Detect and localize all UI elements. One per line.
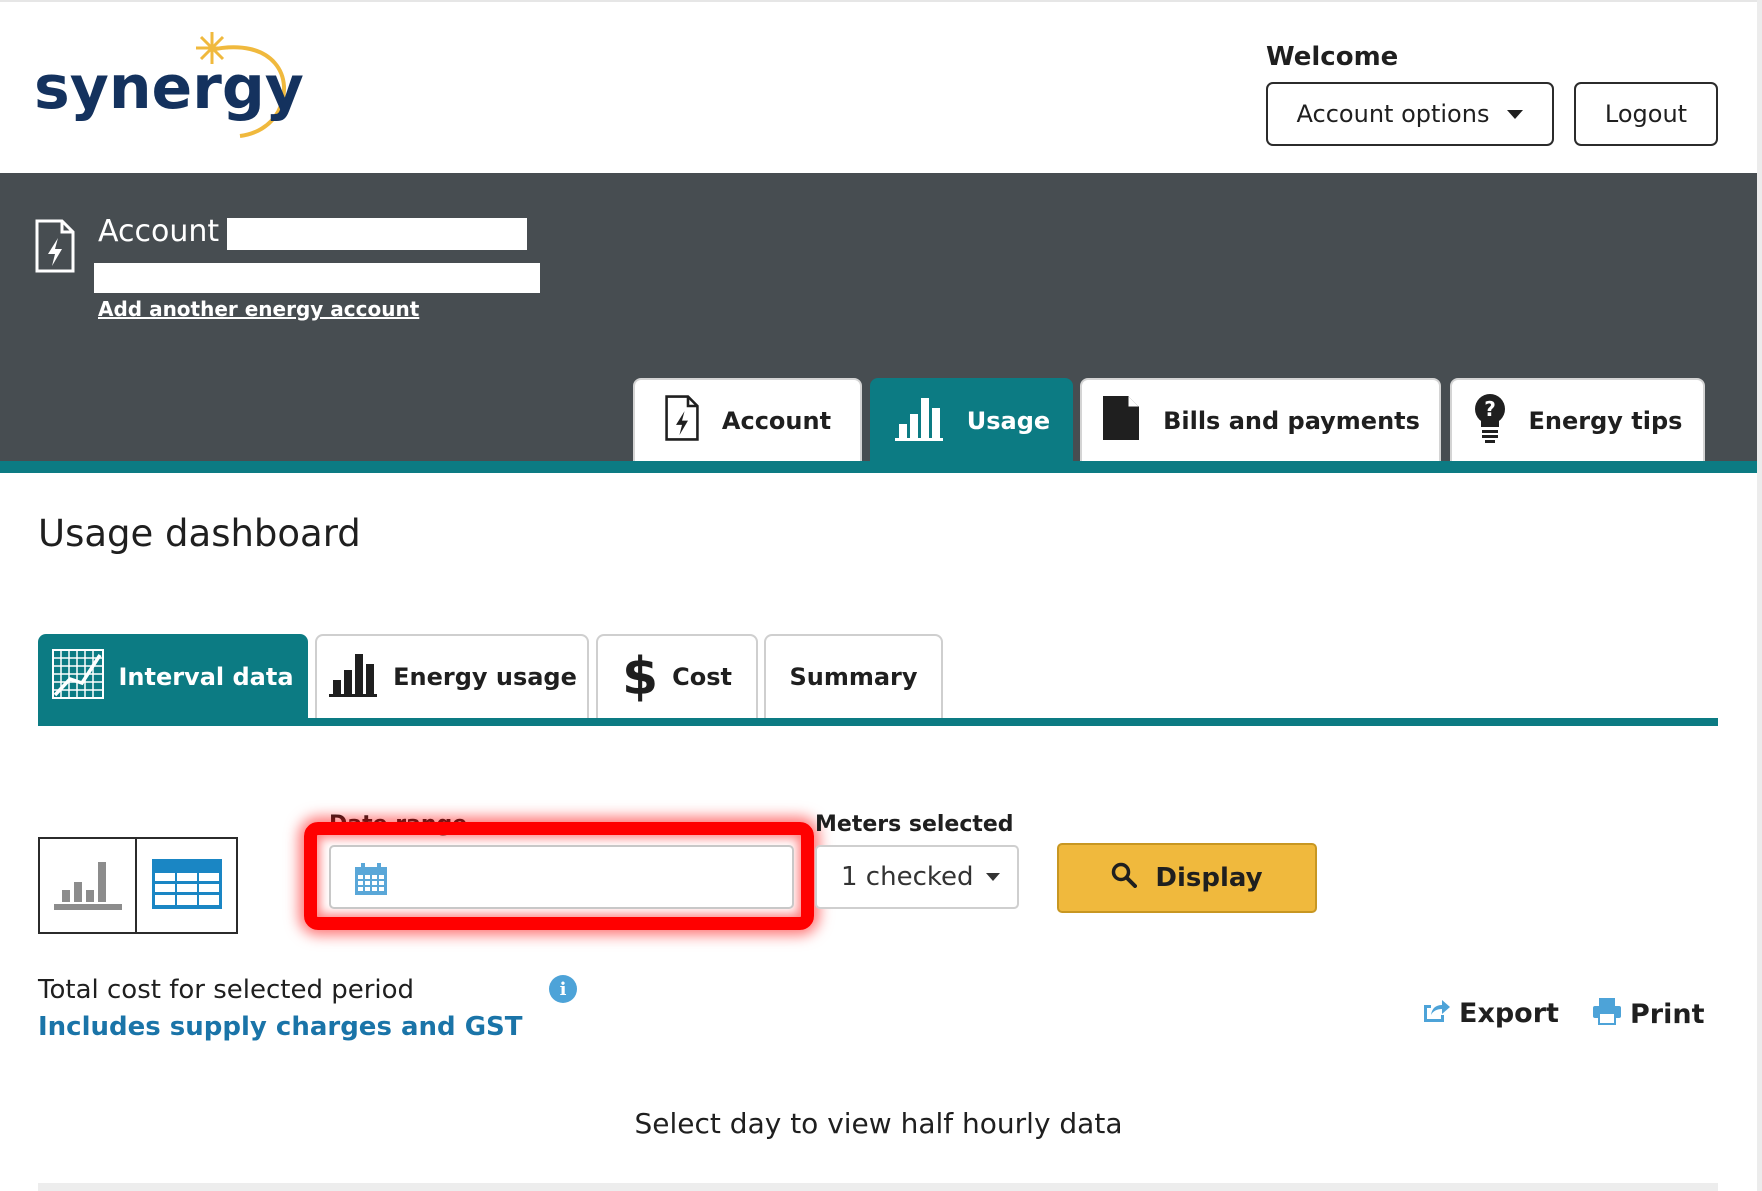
total-cost-label: Total cost for selected period: [38, 975, 415, 1005]
account-options-dropdown[interactable]: Account options: [1266, 82, 1554, 146]
table-icon: [151, 858, 222, 913]
tab-account[interactable]: Account: [633, 378, 862, 461]
tab-tips-label: Energy tips: [1528, 406, 1683, 435]
document-icon: [1101, 394, 1141, 448]
tab-bills-and-payments[interactable]: Bills and payments: [1080, 378, 1441, 461]
meters-select-dropdown[interactable]: 1 checked: [815, 845, 1019, 909]
export-label: Export: [1459, 998, 1559, 1029]
tab-usage-label: Usage: [966, 406, 1051, 435]
meters-select-value: 1 checked: [841, 862, 974, 892]
export-icon: [1421, 997, 1451, 1030]
dollar-icon: $: [621, 647, 659, 707]
search-icon: [1111, 862, 1138, 895]
logout-label: Logout: [1604, 100, 1688, 128]
subtab-energy-usage[interactable]: Energy usage: [315, 634, 589, 718]
tab-usage[interactable]: Usage: [870, 378, 1073, 461]
tab-energy-tips[interactable]: ? Energy tips: [1450, 378, 1705, 461]
caret-down-icon: [1507, 109, 1524, 119]
welcome-text: Welcome: [1266, 42, 1399, 72]
account-bolt-icon: [34, 218, 76, 274]
print-label: Print: [1630, 999, 1705, 1030]
printer-icon: [1592, 997, 1622, 1032]
tab-bills-label: Bills and payments: [1163, 406, 1420, 435]
lightbulb-icon: ?: [1473, 393, 1507, 449]
redacted-account-number: [227, 218, 527, 250]
logout-button[interactable]: Logout: [1574, 82, 1718, 146]
meters-selected-label: Meters selected: [815, 812, 1014, 837]
subtab-summary-label: Summary: [789, 663, 918, 691]
bar-chart-icon: [893, 394, 945, 448]
chart-view-button[interactable]: [40, 839, 137, 932]
tab-account-label: Account: [721, 406, 832, 435]
subtab-underline: [38, 718, 1718, 726]
account-label: Account: [98, 214, 220, 249]
content-bottom-edge: [38, 1183, 1718, 1191]
bar-chart-icon: [327, 650, 379, 704]
select-day-instruction: Select day to view half hourly data: [634, 1107, 1123, 1140]
subtab-interval-label: Interval data: [118, 663, 294, 691]
table-view-button[interactable]: [137, 839, 236, 932]
account-options-label: Account options: [1296, 100, 1490, 128]
page-edge: [1757, 0, 1762, 1191]
caret-down-icon: [985, 873, 1000, 881]
includes-supply-charges-text: Includes supply charges and GST: [38, 1012, 523, 1042]
logo-text: synergy: [34, 53, 304, 123]
date-range-input[interactable]: [329, 845, 794, 909]
export-button[interactable]: Export: [1421, 997, 1559, 1030]
bar-chart-icon: [52, 854, 124, 918]
add-energy-account-link[interactable]: Add another energy account: [98, 297, 419, 321]
page-title: Usage dashboard: [38, 512, 361, 555]
subtab-cost-label: Cost: [672, 663, 733, 691]
redacted-account-address: [94, 263, 540, 293]
subtab-energy-label: Energy usage: [393, 663, 577, 691]
account-bolt-icon: [664, 394, 700, 448]
view-toggle: [38, 837, 238, 934]
subtab-interval-data[interactable]: Interval data: [38, 634, 308, 718]
interval-grid-icon: [52, 649, 105, 705]
subtab-cost[interactable]: $ Cost: [596, 634, 758, 718]
print-button[interactable]: Print: [1592, 997, 1705, 1032]
info-icon[interactable]: i: [549, 975, 577, 1003]
svg-text:?: ?: [1484, 397, 1496, 421]
display-label: Display: [1155, 863, 1263, 893]
display-button[interactable]: Display: [1057, 843, 1317, 913]
subtab-summary[interactable]: Summary: [764, 634, 943, 718]
top-border: [0, 0, 1762, 2]
tab-bar-underline: [0, 461, 1757, 473]
synergy-logo[interactable]: synergy: [34, 20, 334, 140]
